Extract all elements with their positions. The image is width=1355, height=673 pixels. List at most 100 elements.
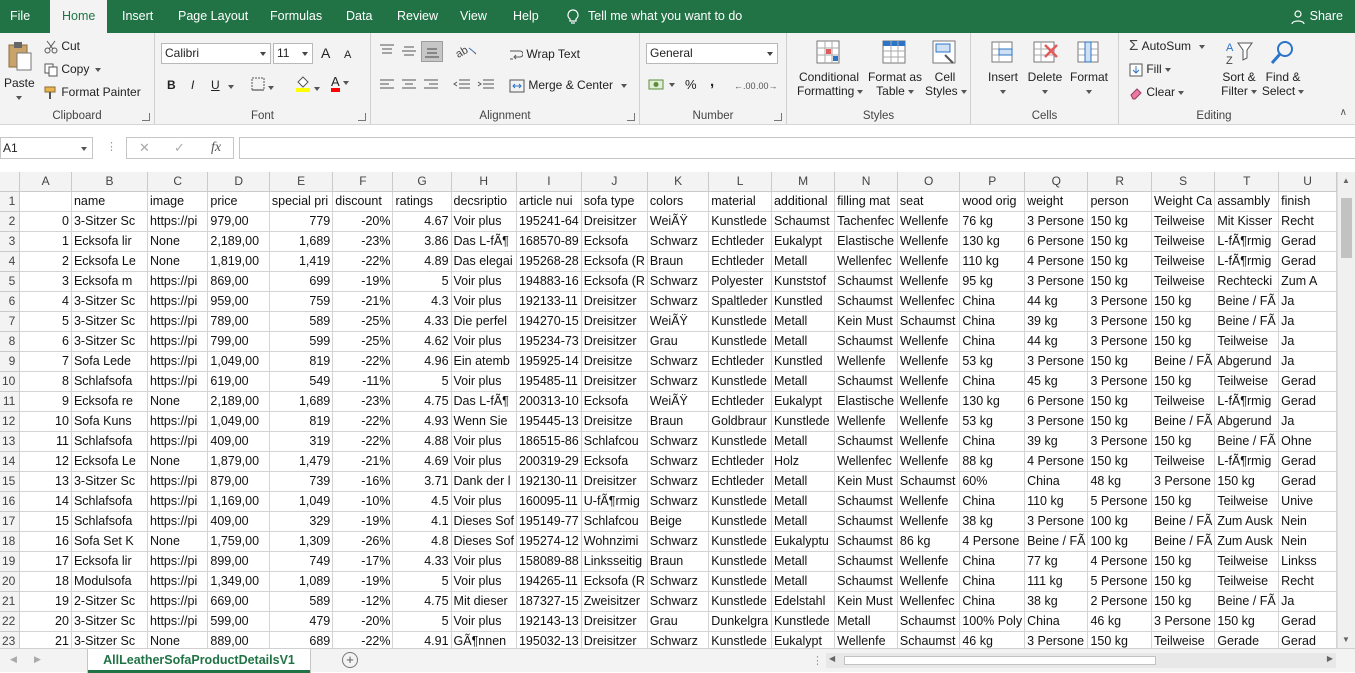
cell[interactable]: China xyxy=(959,571,1026,592)
cell[interactable]: Holz xyxy=(771,451,836,472)
underline-button[interactable]: U xyxy=(211,78,220,92)
cell[interactable]: Modulsofa xyxy=(71,571,149,592)
align-middle-icon[interactable] xyxy=(401,44,417,58)
cell[interactable]: 889,00 xyxy=(207,631,270,648)
cell[interactable]: 158089-88 xyxy=(516,551,582,572)
cell[interactable]: Schwarz xyxy=(647,591,710,612)
cell[interactable]: Die perfel xyxy=(451,311,517,332)
cell[interactable]: 150 kg xyxy=(1151,331,1216,352)
column-header-k[interactable]: K xyxy=(647,172,710,192)
cell[interactable]: 4.62 xyxy=(392,331,452,352)
column-header-j[interactable]: J xyxy=(581,172,648,192)
cell[interactable]: https://pi xyxy=(147,351,209,372)
cell[interactable]: China xyxy=(959,291,1026,312)
cell[interactable]: Metall xyxy=(771,551,836,572)
cell[interactable]: 789,00 xyxy=(207,311,270,332)
cell[interactable]: Schaumst xyxy=(834,551,898,572)
cell[interactable]: Schwarz xyxy=(647,471,710,492)
row-header[interactable]: 7 xyxy=(0,311,21,332)
cell[interactable]: material xyxy=(708,191,772,212)
cell[interactable]: China xyxy=(959,371,1026,392)
conditional-formatting-button[interactable]: Conditional Formatting xyxy=(797,39,864,98)
column-header-i[interactable]: I xyxy=(516,172,582,192)
column-header-r[interactable]: R xyxy=(1087,172,1152,192)
tab-help[interactable]: Help xyxy=(513,0,539,33)
cell[interactable]: None xyxy=(147,391,209,412)
cell[interactable]: Dreisitzer xyxy=(581,471,648,492)
cell[interactable]: Echtleder xyxy=(708,451,772,472)
cell[interactable]: 1 xyxy=(19,231,72,252)
cell[interactable]: Kunstlede xyxy=(708,311,772,332)
cell[interactable]: 409,00 xyxy=(207,431,270,452)
cell[interactable]: 194265-11 xyxy=(516,571,582,592)
cell[interactable]: 3 Persone xyxy=(1024,351,1089,372)
cell[interactable]: Elastische xyxy=(834,391,898,412)
cell[interactable]: 192143-13 xyxy=(516,611,582,632)
cell[interactable]: Abgerund xyxy=(1214,351,1280,372)
cell[interactable]: 5 Persone xyxy=(1087,491,1152,512)
cell[interactable]: 100 kg xyxy=(1087,531,1152,552)
cell[interactable]: Braun xyxy=(647,551,710,572)
cell[interactable]: 3-Sitzer Sc xyxy=(71,311,149,332)
cell[interactable]: L-fÃ¶rmig xyxy=(1214,231,1280,252)
cell[interactable]: -20% xyxy=(332,211,394,232)
cell[interactable]: Wenn Sie xyxy=(451,411,517,432)
cell[interactable]: Mit dieser xyxy=(451,591,517,612)
cell[interactable]: Schaumst xyxy=(834,331,898,352)
tab-insert[interactable]: Insert xyxy=(122,0,153,33)
cell[interactable]: 749 xyxy=(269,551,334,572)
cell[interactable]: Mit Kisser xyxy=(1214,211,1280,232)
cell[interactable]: 2 Persone xyxy=(1087,591,1152,612)
cell[interactable]: Metall xyxy=(771,251,836,272)
cell[interactable]: 9 xyxy=(19,391,72,412)
cell[interactable]: 86 kg xyxy=(897,531,961,552)
cell[interactable]: 200313-10 xyxy=(516,391,582,412)
cell[interactable]: Wellenfe xyxy=(897,451,961,472)
cell[interactable]: Gerade xyxy=(1214,631,1280,648)
insert-function-icon[interactable]: fx xyxy=(211,140,221,156)
cell[interactable]: 150 kg xyxy=(1151,311,1216,332)
horizontal-scroll-thumb[interactable] xyxy=(844,656,1156,665)
cell[interactable]: Wellenfec xyxy=(897,291,961,312)
cell[interactable]: Tachenfec xyxy=(834,211,898,232)
cell[interactable]: Metall xyxy=(771,571,836,592)
cell[interactable]: Wellenfec xyxy=(834,251,898,272)
cell[interactable]: Gerad xyxy=(1278,631,1337,648)
cell[interactable]: Dieses Sof xyxy=(451,531,517,552)
cell[interactable]: 38 kg xyxy=(1024,591,1089,612)
cell[interactable]: https://pi xyxy=(147,571,209,592)
cell[interactable]: Kunstlede xyxy=(708,371,772,392)
cell[interactable]: 3.86 xyxy=(392,231,452,252)
cell[interactable]: 38 kg xyxy=(959,511,1026,532)
cell[interactable]: 150 kg xyxy=(1214,471,1280,492)
cell[interactable]: Schaumst xyxy=(897,311,961,332)
cell[interactable]: Abgerund xyxy=(1214,411,1280,432)
cell[interactable]: 779 xyxy=(269,211,334,232)
cell[interactable]: Eukalypt xyxy=(771,391,836,412)
cell[interactable]: Schaumst xyxy=(834,271,898,292)
scroll-down-icon[interactable]: ▼ xyxy=(1342,635,1350,644)
cell[interactable]: Schaumst xyxy=(834,571,898,592)
bold-button[interactable]: B xyxy=(167,78,176,92)
cell[interactable]: 1,689 xyxy=(269,391,334,412)
cell[interactable]: 689 xyxy=(269,631,334,648)
cell[interactable]: Echtleder xyxy=(708,391,772,412)
cell[interactable]: 195241-64 xyxy=(516,211,582,232)
cell[interactable]: 3-Sitzer Sc xyxy=(71,471,149,492)
cell[interactable]: 3 Persone xyxy=(1087,311,1152,332)
merge-center-button[interactable]: Merge & Center xyxy=(509,78,628,93)
cell[interactable]: Voir plus xyxy=(451,331,517,352)
cell[interactable]: 6 Persone xyxy=(1024,391,1089,412)
cell[interactable]: 1,049,00 xyxy=(207,411,270,432)
cell[interactable]: Wellenfe xyxy=(897,271,961,292)
tab-split-icon[interactable]: ⋮ xyxy=(812,654,823,667)
cell[interactable]: 4.1 xyxy=(392,511,452,532)
cell[interactable]: Wellenfe xyxy=(834,351,898,372)
cell[interactable]: Kunstlede xyxy=(708,591,772,612)
cell[interactable]: Schaumst xyxy=(834,511,898,532)
cell[interactable]: Gerad xyxy=(1278,231,1337,252)
cell[interactable]: 3-Sitzer Sc xyxy=(71,331,149,352)
cell[interactable]: 200319-29 xyxy=(516,451,582,472)
cell[interactable]: L-fÃ¶rmig xyxy=(1214,451,1280,472)
cell[interactable]: 150 kg xyxy=(1151,431,1216,452)
